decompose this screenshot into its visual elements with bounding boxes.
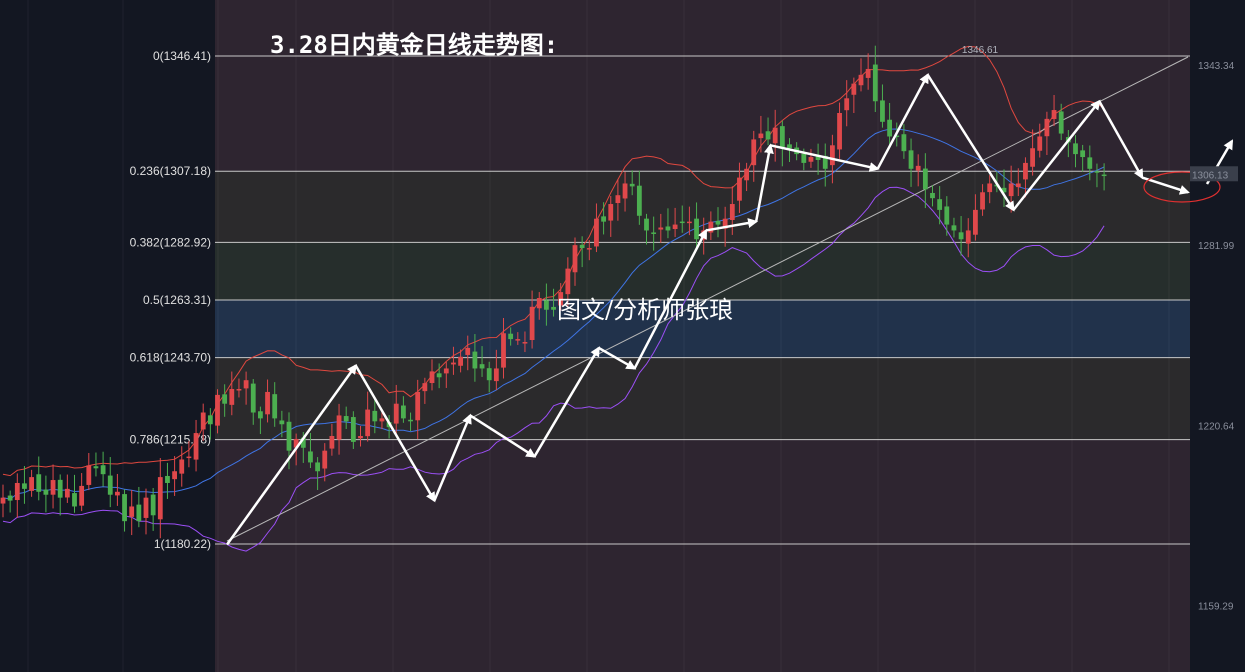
fib-band-0 bbox=[215, 56, 1190, 172]
fib-label-1: 0.236(1307.18) bbox=[130, 164, 211, 178]
price-axis-label-1: 1281.99 bbox=[1198, 241, 1235, 252]
fib-label-2: 0.382(1282.92) bbox=[130, 235, 211, 249]
peak-price-label: 1346.61 bbox=[962, 45, 999, 56]
fib-label-3: 0.5(1263.31) bbox=[143, 293, 211, 307]
price-axis-label-0: 1343.34 bbox=[1198, 61, 1235, 72]
fib-band-5 bbox=[215, 439, 1190, 544]
chart-title: 3.28日内黄金日线走势图: bbox=[270, 31, 558, 59]
fib-label-0: 0(1346.41) bbox=[153, 49, 211, 63]
current-price-label: 1306.13 bbox=[1192, 170, 1229, 181]
fib-band-2 bbox=[215, 242, 1190, 301]
fib-label-6: 1(1180.22) bbox=[154, 537, 211, 551]
fib-band-4 bbox=[215, 357, 1190, 440]
gold-daily-chart: 0(1346.41) 0.236(1307.18) 0.382(1282.92) 0.… bbox=[0, 0, 1245, 672]
price-axis-label-2: 1220.64 bbox=[1198, 421, 1235, 432]
watermark: 图文/分析师张琅 bbox=[557, 296, 733, 324]
chart-background bbox=[0, 0, 1245, 672]
fib-label-4: 0.618(1243.70) bbox=[130, 351, 211, 365]
price-axis-label-3: 1159.29 bbox=[1198, 601, 1234, 612]
